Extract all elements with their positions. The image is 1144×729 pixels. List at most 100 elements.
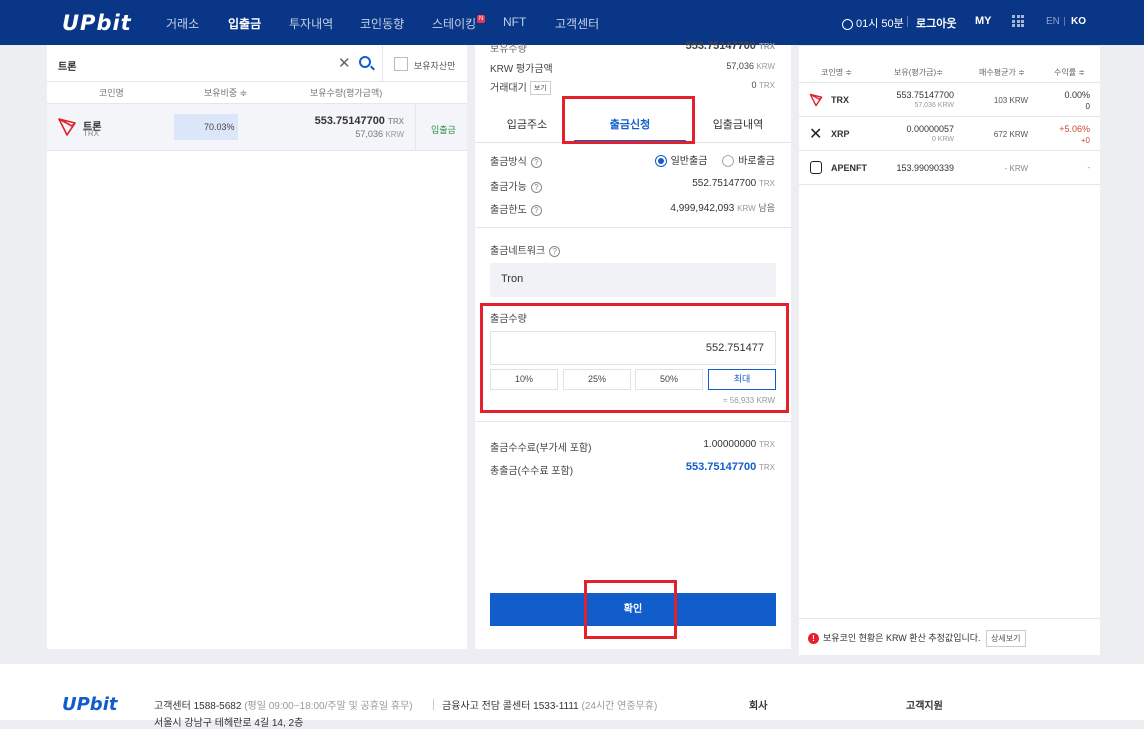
pending-value-unit: TRX	[759, 81, 775, 90]
available-value: 552.75147700 TRX	[692, 178, 775, 189]
cs-number: 고객센터 1588-5682	[154, 701, 242, 712]
radio-instant[interactable]	[722, 155, 735, 168]
clear-icon[interactable]: ✕	[338, 54, 351, 72]
profit-amount: +0	[1080, 136, 1090, 145]
detail-button[interactable]: 상세보기	[986, 630, 1026, 647]
nav-nft[interactable]: NFT	[503, 15, 526, 29]
search-divider	[382, 45, 383, 82]
upbit-logo[interactable]: UPbit	[62, 11, 132, 35]
profit-rate: 0.00%	[1064, 90, 1090, 100]
col-coin-name[interactable]: 코인명	[99, 86, 124, 99]
clock-icon	[842, 18, 853, 30]
search-bar: 트론 ✕ 보유자산만	[47, 45, 467, 82]
coin-symbol: TRX	[831, 95, 849, 105]
radio-normal-label[interactable]: 일반출금	[671, 156, 708, 167]
my-link[interactable]: MY	[975, 15, 992, 27]
top-header: UPbit 거래소 입출금 투자내역 코인동향 스테이킹 N NFT 고객센터 0…	[0, 0, 1144, 45]
avg-price: 103 KRW	[993, 96, 1028, 105]
footer-support[interactable]: 고객지원	[906, 697, 943, 712]
col-held[interactable]: 보유(평가금)≑	[894, 67, 943, 78]
profit-rate: +5.06%	[1059, 124, 1090, 134]
notice-text: 보유코인 현황은 KRW 환산 추정값입니다.	[823, 632, 981, 643]
method-options: 일반출금 바로출금	[654, 152, 775, 168]
fee-label: 출금수수료(부가세 포함)	[490, 443, 592, 454]
available-label: 출금가능?	[490, 178, 542, 193]
nav-exchange[interactable]: 거래소	[166, 15, 199, 32]
krw-notice: ! 보유코인 현황은 KRW 환산 추정값입니다. 상세보기	[808, 630, 1026, 647]
holdings-only-checkbox[interactable]	[394, 57, 408, 71]
lang-divider	[1064, 17, 1065, 26]
max-button[interactable]: 최대	[708, 369, 776, 390]
coin-symbol: TRX	[83, 129, 99, 138]
nav-staking[interactable]: 스테이킹 N	[432, 15, 486, 32]
col-rate[interactable]: 수익률 ≑	[1054, 67, 1085, 78]
avg-price: - KRW	[1004, 164, 1028, 173]
total-number: 553.75147700	[685, 461, 757, 473]
view-button[interactable]: 보기	[529, 81, 551, 96]
limit-value: 4,999,942,093 KRW 남음	[670, 201, 775, 214]
pct-10-button[interactable]: 10%	[490, 369, 558, 390]
total-value: 553.75147700 TRX	[686, 461, 775, 473]
pct-50-button[interactable]: 50%	[635, 369, 703, 390]
krw-value-label: KRW 평가금액	[490, 64, 553, 75]
cs-hours: (평일 09:00~18:00/주말 및 공휴일 휴무)	[244, 701, 413, 712]
withdraw-panel: 보유수량 553.75147700 TRX KRW 평가금액 57,036 KR…	[475, 40, 791, 649]
lang-ko[interactable]: KO	[1071, 16, 1086, 27]
holding-qty-value: 553.75147700	[314, 115, 385, 127]
search-icon[interactable]	[359, 56, 371, 68]
total-unit: TRX	[759, 463, 775, 472]
network-select[interactable]: Tron	[490, 263, 776, 297]
help-icon[interactable]: ?	[530, 156, 542, 168]
help-icon[interactable]: ?	[530, 204, 542, 216]
nav-investments[interactable]: 투자내역	[289, 15, 333, 32]
available-unit: TRX	[759, 179, 775, 188]
search-input[interactable]: 트론	[58, 58, 76, 73]
nav-deposit-withdraw[interactable]: 입출금	[228, 15, 261, 32]
coin-symbol: APENFT	[831, 163, 867, 173]
row-divider	[415, 104, 416, 151]
nav-coin-trends[interactable]: 코인동향	[360, 15, 404, 32]
col-coin[interactable]: 코인명 ≑	[821, 67, 852, 78]
krw-value-unit: KRW	[756, 62, 775, 71]
table-row[interactable]: TRX 553.75147700 57,036 KRW 103 KRW 0.00…	[799, 83, 1100, 117]
avg-price: 672 KRW	[993, 130, 1028, 139]
method-label-text: 출금방식	[490, 157, 527, 168]
apenft-icon	[810, 161, 822, 174]
fee-value: 1.00000000 TRX	[703, 439, 775, 450]
nav-customer-center[interactable]: 고객센터	[555, 15, 599, 32]
holdings-panel: 코인명 ≑ 보유(평가금)≑ 매수평균가 ≑ 수익률 ≑ TRX 553.751…	[799, 45, 1100, 655]
holding-value: 57,036 KRW	[355, 129, 404, 139]
xrp-icon: ✕	[809, 126, 823, 143]
footer-company[interactable]: 회사	[749, 697, 767, 712]
total-label: 총출금(수수료 포함)	[490, 466, 574, 477]
apps-grid-icon[interactable]	[1012, 15, 1024, 27]
amount-label: 출금수량	[490, 314, 527, 325]
holding-qty-label: 보유수량	[490, 44, 527, 55]
session-time-text: 01시 50분	[856, 18, 904, 30]
col-ratio[interactable]: 보유비중 ≑	[204, 86, 247, 99]
table-row[interactable]: ✕ XRP 0.00000057 0 KRW 672 KRW +5.06% +0	[799, 117, 1100, 151]
table-row[interactable]: APENFT 153.99090339 - KRW -	[799, 151, 1100, 185]
tab-history[interactable]: 입출금내역	[688, 116, 788, 132]
radio-instant-label[interactable]: 바로출금	[738, 156, 775, 167]
pct-25-button[interactable]: 25%	[563, 369, 631, 390]
profit-rate: -	[1087, 163, 1090, 172]
col-holdings[interactable]: 보유수량(평가금액)	[310, 86, 382, 99]
section-divider	[475, 227, 791, 228]
nav-staking-label: 스테이킹	[432, 17, 477, 31]
available-number: 552.75147700	[692, 178, 757, 189]
fraud-hours: (24시간 연중무휴)	[581, 701, 658, 712]
address: 서울시 강남구 테헤란로 4길 14, 2층	[154, 718, 304, 729]
table-row[interactable]: 트론 TRX 70.03% 553.75147700 TRX 57,036 KR…	[47, 104, 467, 151]
logout-link[interactable]: 로그아웃	[916, 15, 956, 31]
radio-normal[interactable]	[654, 155, 667, 168]
col-avg[interactable]: 매수평균가 ≑	[979, 67, 1025, 78]
help-icon[interactable]: ?	[549, 245, 561, 257]
help-icon[interactable]: ?	[530, 181, 542, 193]
coin-symbol: XRP	[831, 129, 850, 139]
deposit-withdraw-link[interactable]: 입출금	[431, 123, 456, 136]
limit-number: 4,999,942,093	[670, 203, 735, 214]
lang-en[interactable]: EN	[1046, 16, 1060, 27]
amount-input[interactable]: 552.751477	[490, 331, 776, 365]
session-timer: 01시 50분	[842, 15, 904, 31]
